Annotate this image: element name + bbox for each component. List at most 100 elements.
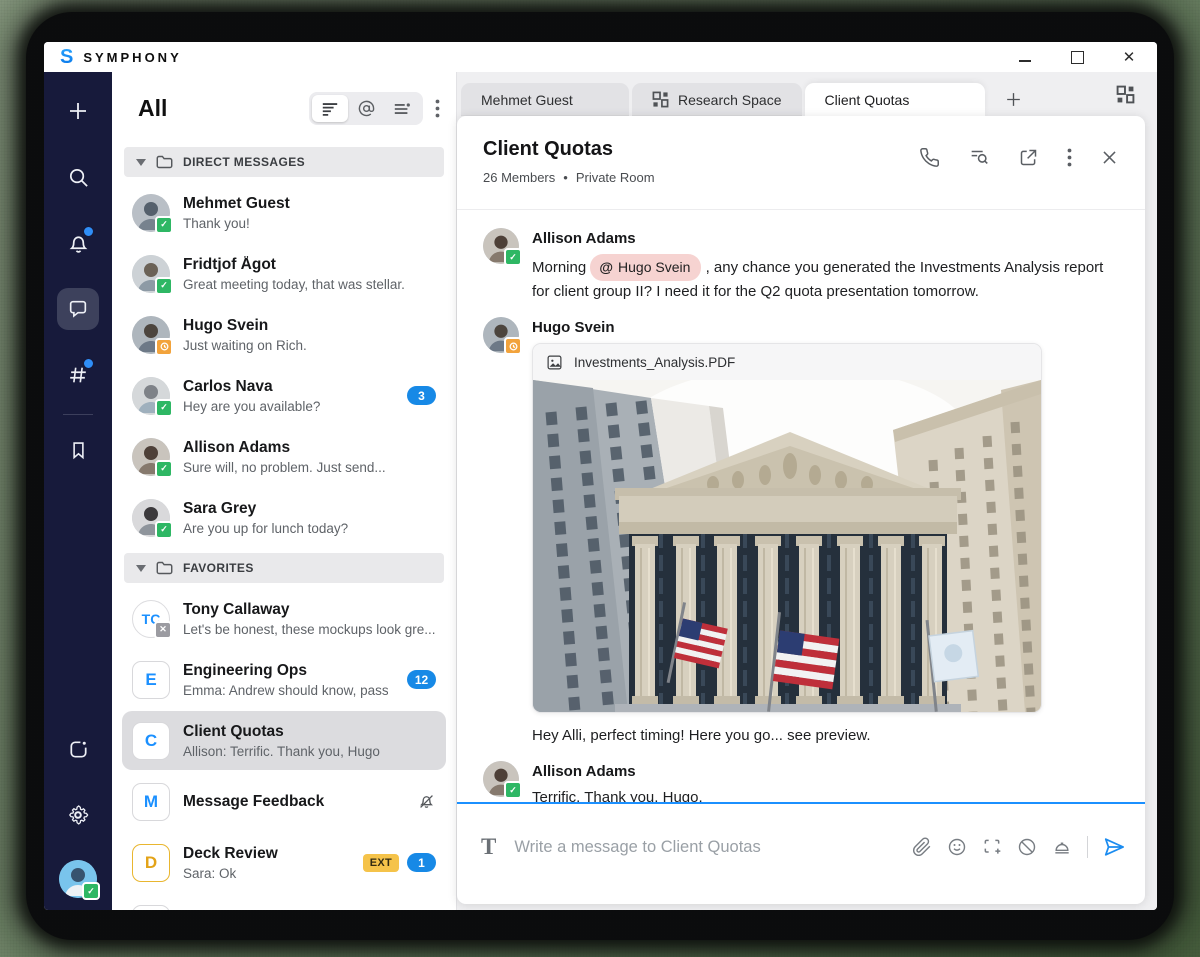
block-icon: [1017, 837, 1037, 857]
avatar-letter-text: E: [145, 670, 156, 690]
presence-offline-badge: ✕: [154, 621, 172, 639]
pop-out-button[interactable]: [1018, 147, 1039, 168]
search-in-chat-button[interactable]: [968, 146, 990, 168]
list-item-fridtjof-agot[interactable]: ✓ Fridtjof Ågot Great meeting today, tha…: [122, 244, 446, 303]
maximize-button[interactable]: [1069, 49, 1085, 65]
item-preview: Great meeting today, that was stellar.: [183, 277, 436, 292]
list-more-options-button[interactable]: [435, 99, 440, 118]
avatar-letter-text: C: [145, 731, 157, 751]
message-author[interactable]: Hugo Svein: [532, 319, 1042, 336]
chat-title: Client Quotas: [483, 138, 655, 161]
message-author[interactable]: Allison Adams: [532, 230, 1104, 247]
avatar[interactable]: [483, 317, 519, 353]
composer-divider: [1087, 836, 1088, 858]
close-window-button[interactable]: ✕: [1121, 49, 1137, 65]
filter-mentions-button[interactable]: [348, 95, 384, 122]
disable-button[interactable]: [1017, 837, 1037, 857]
window-titlebar: S SYMPHONY ✕: [44, 42, 1157, 72]
bookmarks-button[interactable]: [57, 429, 99, 471]
presence-available-badge: ✓: [155, 399, 173, 417]
list-item-ux-design[interactable]: U UX Design: [122, 894, 446, 910]
avatar: [132, 316, 170, 354]
attachment-card[interactable]: Investments_Analysis.PDF: [532, 343, 1042, 713]
filter-unread-button[interactable]: [384, 95, 420, 122]
item-preview: Sure will, no problem. Just send...: [183, 460, 436, 475]
call-button[interactable]: [919, 147, 940, 168]
unread-count-badge: 1: [407, 853, 436, 872]
tab-research-space[interactable]: Research Space: [632, 83, 802, 116]
avatar-letter-text: M: [144, 792, 158, 812]
unread-count-badge: 3: [407, 386, 436, 405]
chat-more-options-button[interactable]: [1067, 148, 1072, 167]
item-name: Deck Review: [183, 845, 344, 863]
list-item-hugo-svein[interactable]: Hugo Svein Just waiting on Rich.: [122, 305, 446, 364]
message-allison-2: ✓ Allison Adams Terrific. Thank you, Hug…: [483, 761, 1119, 802]
list-item-sara-grey[interactable]: ✓ Sara Grey Are you up for lunch today?: [122, 488, 446, 547]
service-bell-icon: [1052, 837, 1072, 857]
chevron-down-icon: [136, 159, 146, 166]
presence-available-badge: ✓: [155, 216, 173, 234]
section-favorites[interactable]: FAVORITES: [124, 553, 444, 583]
workspace-switcher-button[interactable]: [1116, 85, 1143, 104]
filter-segmented-control: [309, 92, 423, 125]
smiley-icon: [947, 837, 967, 857]
member-count[interactable]: 26 Members: [483, 170, 555, 185]
item-preview: Just waiting on Rich.: [183, 338, 436, 353]
my-profile-avatar[interactable]: ✓: [59, 860, 97, 898]
message-list: ✓ Allison Adams Morning @Hugo Svein , an…: [457, 210, 1145, 802]
list-item-allison-adams[interactable]: ✓ Allison Adams Sure will, no problem. J…: [122, 427, 446, 486]
unread-count-badge: 12: [407, 670, 436, 689]
chevron-down-icon: [136, 565, 146, 572]
list-item-mehmet-guest[interactable]: ✓ Mehmet Guest Thank you!: [122, 183, 446, 242]
avatar: ✓: [132, 377, 170, 415]
new-conversation-button[interactable]: [57, 90, 99, 132]
message-author[interactable]: Allison Adams: [532, 763, 703, 780]
notifications-button[interactable]: [57, 222, 99, 264]
presence-available-badge: ✓: [155, 460, 173, 478]
screen-snip-button[interactable]: [982, 837, 1002, 857]
avatar-room-letter: C: [132, 722, 170, 760]
list-item-engineering-ops[interactable]: E Engineering Ops Emma: Andrew should kn…: [122, 650, 446, 709]
filter-all-button[interactable]: [312, 95, 348, 122]
app-brand-name: SYMPHONY: [83, 50, 181, 65]
tab-label: Mehmet Guest: [481, 92, 573, 108]
messages-nav-button[interactable]: [57, 288, 99, 330]
text-format-icon[interactable]: T: [477, 834, 496, 860]
avatar[interactable]: ✓: [483, 228, 519, 264]
close-chat-button[interactable]: [1100, 148, 1119, 167]
minimize-button[interactable]: [1017, 49, 1033, 65]
section-direct-messages[interactable]: DIRECT MESSAGES: [124, 147, 444, 177]
avatar-room-letter-external: D: [132, 844, 170, 882]
mention-pill[interactable]: @Hugo Svein: [590, 254, 701, 281]
list-item-client-quotas[interactable]: C Client Quotas Allison: Terrific. Thank…: [122, 711, 446, 770]
apps-marketplace-button[interactable]: [57, 728, 99, 770]
search-button[interactable]: [57, 156, 99, 198]
list-item-tony-callaway[interactable]: TC ✕ Tony Callaway Let's be honest, thes…: [122, 589, 446, 648]
list-item-deck-review[interactable]: D Deck Review Sara: Ok EXT 1: [122, 833, 446, 892]
list-item-carlos-nava[interactable]: ✓ Carlos Nava Hey are you available? 3: [122, 366, 446, 425]
item-name: Sara Grey: [183, 500, 436, 518]
item-preview: Sara: Ok: [183, 866, 344, 881]
attachment-preview-image[interactable]: [533, 380, 1041, 712]
attach-file-button[interactable]: [912, 837, 932, 857]
presence-available-badge: ✓: [155, 277, 173, 295]
send-button[interactable]: [1103, 836, 1125, 858]
tab-client-quotas[interactable]: Client Quotas: [805, 83, 985, 116]
service-bell-button[interactable]: [1052, 837, 1072, 857]
external-badge: EXT: [363, 854, 399, 872]
message-input[interactable]: [512, 837, 896, 858]
settings-button[interactable]: [57, 794, 99, 836]
composer-actions: [912, 836, 1125, 858]
item-name: Client Quotas: [183, 723, 436, 741]
at-sign-icon: [358, 100, 375, 117]
channels-nav-button[interactable]: [57, 354, 99, 396]
tab-mehmet-guest[interactable]: Mehmet Guest: [461, 83, 629, 116]
message-allison-1: ✓ Allison Adams Morning @Hugo Svein , an…: [483, 228, 1119, 303]
apps-icon: [67, 738, 90, 761]
new-tab-button[interactable]: [988, 83, 1040, 116]
list-item-message-feedback[interactable]: M Message Feedback: [122, 772, 446, 831]
channels-dot: [83, 358, 94, 369]
avatar[interactable]: ✓: [483, 761, 519, 797]
avatar-room-letter: E: [132, 661, 170, 699]
emoji-button[interactable]: [947, 837, 967, 857]
